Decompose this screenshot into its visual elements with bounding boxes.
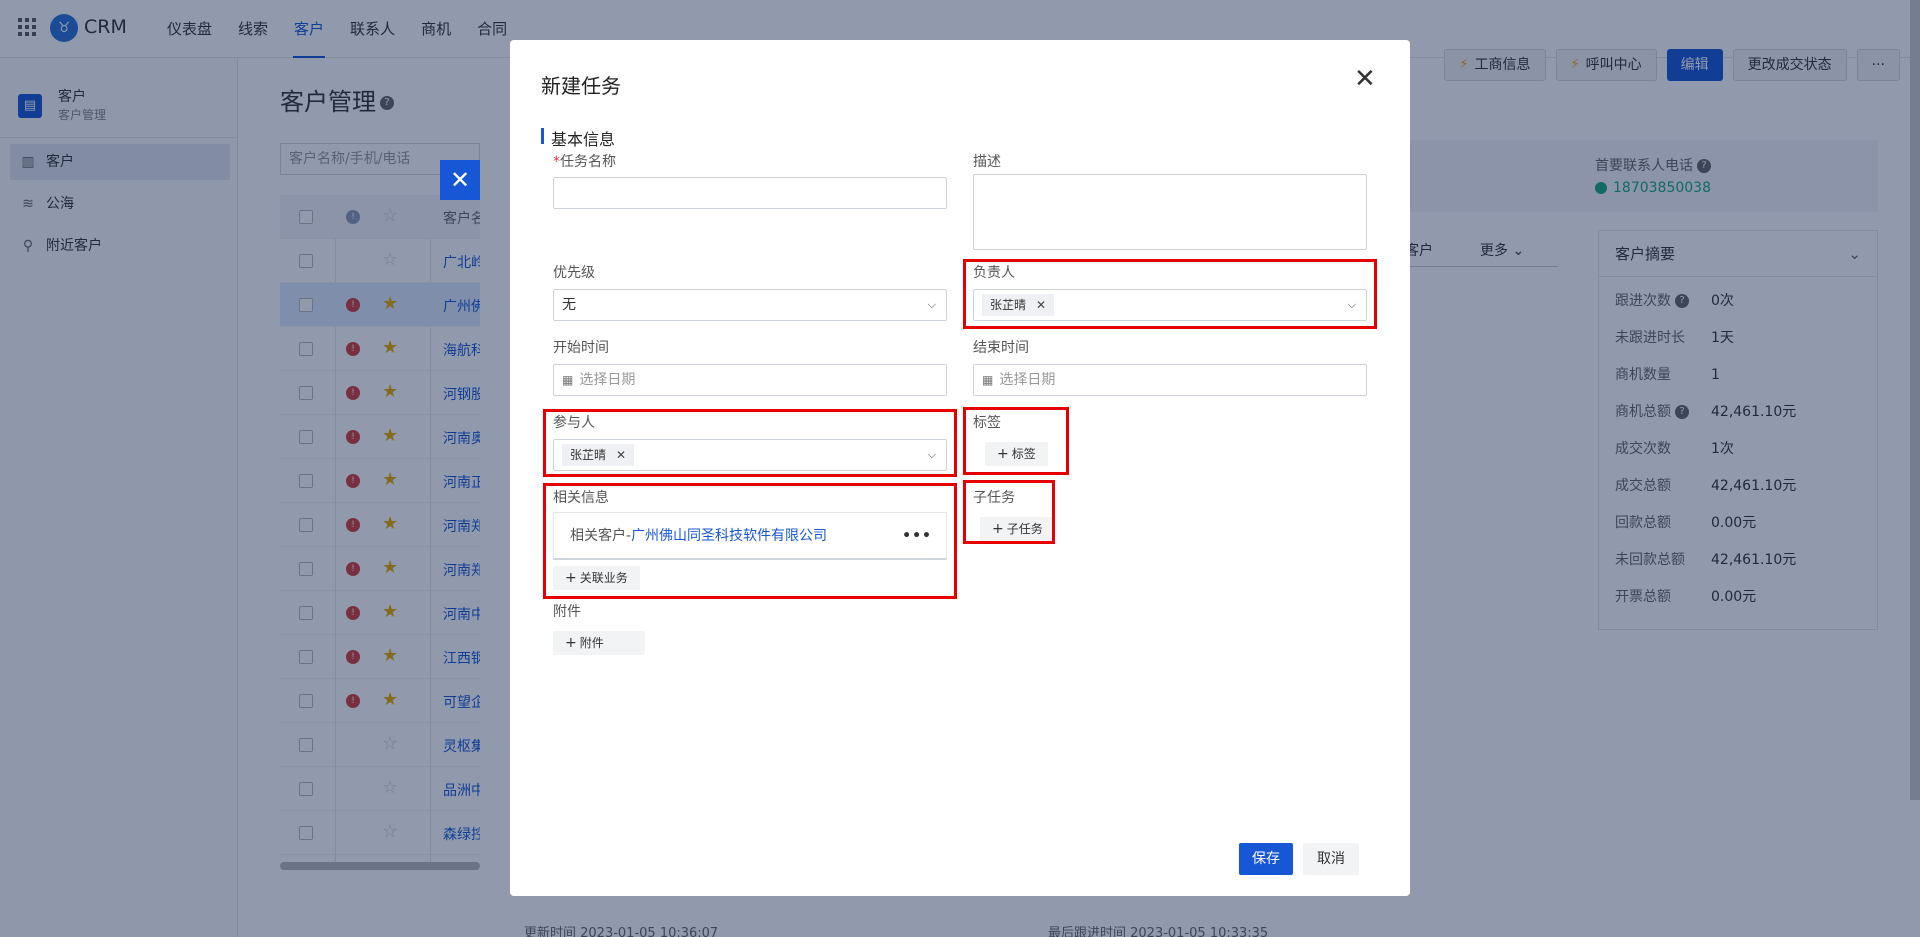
highlight-tags <box>963 407 1069 475</box>
calendar-icon: ▦ <box>562 373 574 387</box>
plus-icon: + <box>565 635 577 651</box>
save-button[interactable]: 保存 <box>1239 843 1293 875</box>
start-date-picker[interactable]: ▦ 选择日期 <box>553 364 947 396</box>
add-attachment-button[interactable]: + 附件 <box>553 631 645 655</box>
cancel-button[interactable]: 取消 <box>1303 843 1359 875</box>
close-icon: ✕ <box>449 166 471 194</box>
task-name-input[interactable] <box>553 177 947 209</box>
description-textarea[interactable] <box>973 174 1367 250</box>
highlight-subtask <box>963 480 1055 544</box>
calendar-icon: ▦ <box>982 373 994 387</box>
new-task-dialog: 新建任务 ✕ 基本信息 *任务名称 描述 优先级 无 ⌵ 负责人 张芷晴 ✕ ⌵ 开始… <box>510 40 1410 896</box>
chevron-down-icon: ⌵ <box>927 298 936 311</box>
highlight-participants <box>543 409 957 477</box>
description-label: 描述 <box>973 154 1001 170</box>
highlight-owner <box>963 259 1377 329</box>
attachment-label: 附件 <box>553 604 581 620</box>
close-drawer-button[interactable]: ✕ <box>440 160 480 200</box>
priority-select[interactable]: 无 ⌵ <box>553 289 947 321</box>
dialog-title: 新建任务 <box>541 74 621 98</box>
end-date-picker[interactable]: ▦ 选择日期 <box>973 364 1367 396</box>
dialog-close-button[interactable]: ✕ <box>1354 64 1376 94</box>
highlight-related-info <box>543 483 957 599</box>
task-name-label: *任务名称 <box>553 154 616 170</box>
start-time-label: 开始时间 <box>553 340 609 356</box>
priority-label: 优先级 <box>553 265 595 281</box>
end-time-label: 结束时间 <box>973 340 1029 356</box>
section-basic-info: 基本信息 <box>541 126 615 150</box>
close-icon: ✕ <box>1354 64 1376 94</box>
